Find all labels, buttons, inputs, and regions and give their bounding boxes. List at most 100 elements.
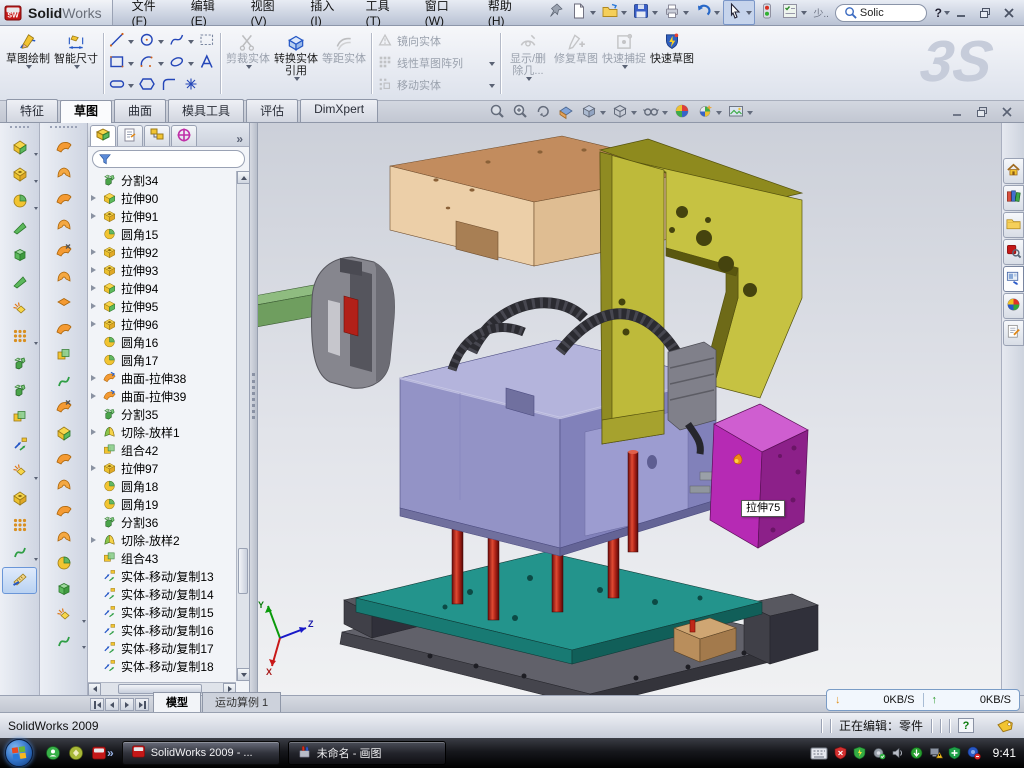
doc-restore-button[interactable] <box>971 103 993 120</box>
view-palette-tab[interactable] <box>1003 266 1024 292</box>
custom-properties-tab[interactable] <box>1003 320 1024 346</box>
dropdown-caret-icon[interactable] <box>128 62 134 66</box>
dropdown-caret-icon[interactable] <box>188 62 194 66</box>
ruled-surface-button[interactable] <box>40 447 87 473</box>
dropdown-caret-icon[interactable] <box>590 11 596 15</box>
start-button[interactable] <box>5 739 33 767</box>
dropdown-caret-icon[interactable] <box>158 62 164 66</box>
repair-sketch-button[interactable]: 修复草图 <box>552 29 600 98</box>
previous-view-button[interactable] <box>534 102 552 123</box>
expand-arrow-icon[interactable] <box>91 303 99 309</box>
dropdown-caret-icon[interactable] <box>128 84 134 88</box>
toolbar-overflow[interactable]: 少.. <box>813 5 829 20</box>
configurationmanager-tab[interactable] <box>144 125 170 146</box>
expand-arrow-icon[interactable] <box>91 249 99 255</box>
tree-item-split-34[interactable]: 分割34 <box>90 171 236 189</box>
dropdown-caret-icon[interactable] <box>34 153 38 156</box>
selection-box-button[interactable] <box>197 31 217 52</box>
freeform-button[interactable] <box>40 577 87 603</box>
tree-item-extrude-91[interactable]: 拉伸91 <box>90 207 236 225</box>
boundary-surface-button[interactable] <box>40 187 87 213</box>
dropdown-caret-icon[interactable] <box>34 558 38 561</box>
taskbar-clock[interactable]: 9:41 <box>993 746 1016 760</box>
solidworks-resources-tab[interactable] <box>1003 158 1024 184</box>
tree-item-surface-extrude-38[interactable]: 曲面-拉伸38 <box>90 369 236 387</box>
expand-arrow-icon[interactable] <box>91 267 99 273</box>
offset-entities-button[interactable]: 等距实体 <box>320 29 368 98</box>
trim-entities-button[interactable]: 剪裁实体 <box>224 29 272 98</box>
swept-surface-button[interactable] <box>40 135 87 161</box>
design-library-tab[interactable] <box>1003 185 1024 211</box>
tree-item-fillet-18[interactable]: 圆角18 <box>90 477 236 495</box>
3d-model-canvas[interactable] <box>258 123 1001 695</box>
health-guard-tray-icon[interactable] <box>948 746 962 760</box>
dropdown-caret-icon[interactable] <box>716 111 722 115</box>
draft-button[interactable] <box>0 270 39 297</box>
tree-vscroll-thumb[interactable] <box>238 548 248 594</box>
tree-item-body-move-copy-14[interactable]: 实体-移动/复制14 <box>90 585 236 603</box>
tree-item-fillet-16[interactable]: 圆角16 <box>90 333 236 351</box>
model-gray-clamp[interactable] <box>312 257 395 388</box>
fillet-button[interactable] <box>0 189 39 216</box>
minimize-button[interactable] <box>950 4 972 21</box>
expand-arrow-icon[interactable] <box>91 195 99 201</box>
composite-curve-button[interactable] <box>40 369 87 395</box>
tree-item-fillet-15[interactable]: 圆角15 <box>90 225 236 243</box>
dropdown-caret-icon[interactable] <box>82 620 86 623</box>
zoom-to-fit-button[interactable] <box>488 102 506 123</box>
appearances-scenes-tab[interactable] <box>1003 293 1024 319</box>
new-sketch-button[interactable] <box>0 459 39 486</box>
expand-arrow-icon[interactable] <box>91 429 99 435</box>
ribbon-tab-DimXpert[interactable]: DimXpert <box>300 99 378 122</box>
model-tab-运动算例 1[interactable]: 运动算例 1 <box>202 692 281 712</box>
model-tab-模型[interactable]: 模型 <box>153 692 201 712</box>
sketch-text-button[interactable] <box>197 53 217 74</box>
slot-button[interactable] <box>107 75 135 96</box>
dropdown-caret-icon[interactable] <box>188 40 194 44</box>
security-center-icon[interactable] <box>68 745 84 761</box>
ribbon-tab-特征[interactable]: 特征 <box>6 99 58 122</box>
tree-item-extrude-95[interactable]: 拉伸95 <box>90 297 236 315</box>
doc-close-button[interactable] <box>996 103 1018 120</box>
tree-item-body-move-copy-16[interactable]: 实体-移动/复制16 <box>90 621 236 639</box>
point-button[interactable] <box>181 75 201 96</box>
close-button[interactable] <box>998 4 1020 21</box>
extruded-cut-button[interactable] <box>0 162 39 189</box>
ribbon-tab-草图[interactable]: 草图 <box>60 100 112 123</box>
circle-button[interactable] <box>137 31 165 52</box>
apply-scene-button[interactable] <box>696 102 722 123</box>
tree-item-body-move-copy-15[interactable]: 实体-移动/复制15 <box>90 603 236 621</box>
restore-button[interactable] <box>974 4 996 21</box>
arc-button[interactable] <box>137 53 165 74</box>
help-button[interactable]: ? <box>935 6 950 20</box>
hide-show-items-button[interactable] <box>642 102 668 123</box>
knit-surface-button[interactable] <box>40 239 87 265</box>
tree-filter-input[interactable] <box>92 150 245 168</box>
ribbon-tab-模具工具[interactable]: 模具工具 <box>168 99 244 122</box>
dropdown-caret-icon[interactable] <box>34 342 38 345</box>
ribbon-tab-曲面[interactable]: 曲面 <box>114 99 166 122</box>
dropdown-caret-icon[interactable] <box>26 65 32 69</box>
dropdown-caret-icon[interactable] <box>34 207 38 210</box>
dropdown-caret-icon[interactable] <box>158 40 164 44</box>
edit-appearance-button[interactable] <box>673 102 691 123</box>
last-tab-button[interactable] <box>135 698 149 711</box>
antivirus-tray-icon[interactable] <box>834 746 848 760</box>
tree-item-extrude-93[interactable]: 拉伸93 <box>90 261 236 279</box>
extruded-boss-button[interactable] <box>0 135 39 162</box>
3d-sketch-button[interactable] <box>0 513 39 540</box>
propertymanager-tab[interactable] <box>117 125 143 146</box>
network-speed-badge[interactable]: ↓0KB/S ↑0KB/S <box>826 689 1020 711</box>
tree-item-fillet-19[interactable]: 圆角19 <box>90 495 236 513</box>
instant3d-button[interactable] <box>2 567 37 594</box>
model-olive-arm[interactable] <box>600 152 664 444</box>
dropdown-caret-icon[interactable] <box>801 11 807 15</box>
expand-arrow-icon[interactable] <box>91 213 99 219</box>
tree-item-extrude-97[interactable]: 拉伸97 <box>90 459 236 477</box>
prev-tab-button[interactable] <box>105 698 119 711</box>
section-view-button[interactable] <box>557 102 575 123</box>
dropdown-caret-icon[interactable] <box>714 11 720 15</box>
surface-fillet-button[interactable] <box>40 551 87 577</box>
move-entities-button[interactable]: 移动实体 <box>375 76 497 95</box>
dimxpertmanager-tab[interactable] <box>171 125 197 146</box>
